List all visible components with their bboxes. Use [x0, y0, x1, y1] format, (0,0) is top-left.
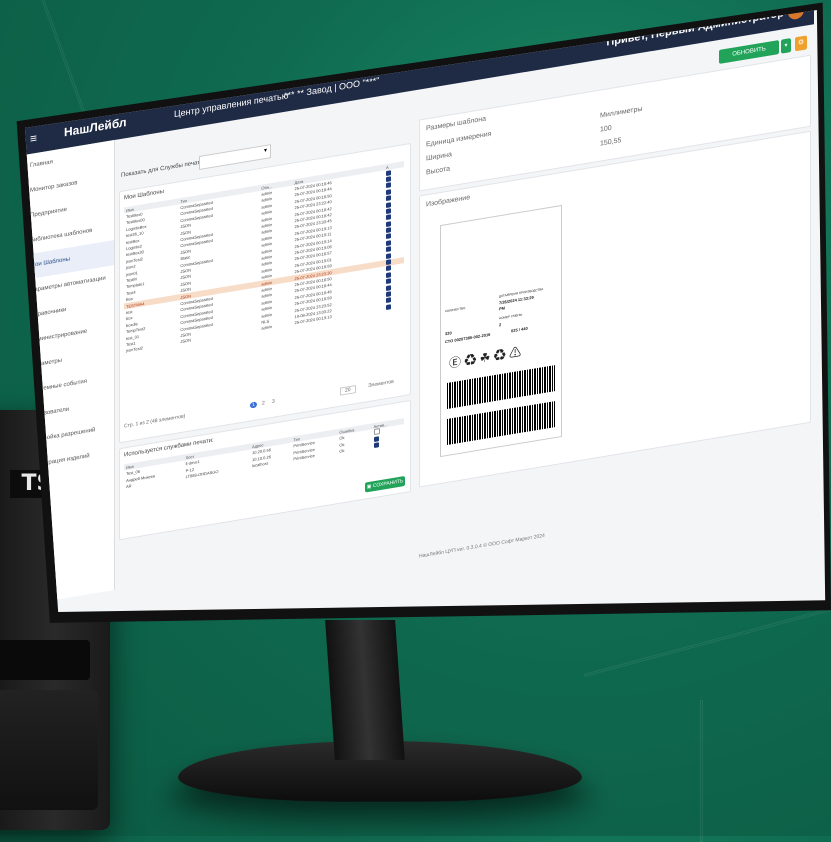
active-checkbox[interactable] [385, 195, 391, 202]
save-button-label: СОХРАНИТЬ [372, 478, 404, 490]
save-button[interactable]: ▣ СОХРАНИТЬ [365, 475, 405, 493]
barcode [447, 365, 555, 409]
background-line [35, 0, 88, 119]
label-preview: ДАТА/ВРЕМЯ ПРОИЗВОДСТВА 7/26/2024 11:33:… [440, 204, 562, 458]
print-service-filter-select[interactable]: ▾ [199, 144, 271, 171]
print-service-filter-label: Показать для Службы печати: [121, 159, 205, 179]
templates-panel: Мои Шаблоны Имя Тип Обн... Дата А TestBo… [119, 142, 411, 444]
active-checkbox[interactable] [385, 272, 391, 278]
active-checkbox[interactable] [385, 252, 391, 259]
hamburger-menu-icon[interactable]: ≡ [30, 131, 37, 146]
footer-version: НашЛейбл ЦУП ver. 0.3.0.4 © ООО Софт Мар… [419, 532, 545, 560]
page-size-select[interactable]: 20 [340, 385, 356, 396]
background-line [700, 700, 703, 842]
height-value: 150,55 [600, 137, 622, 148]
width-value: 100 [600, 124, 612, 134]
active-checkbox[interactable] [385, 259, 391, 266]
active-checkbox[interactable] [385, 169, 391, 176]
label-text: НОМЕР СМЕНЫ [499, 312, 523, 321]
active-checkbox[interactable] [385, 284, 391, 291]
width-label: Ширина [426, 151, 452, 163]
chevron-down-icon: ▾ [263, 147, 267, 155]
app-window: ≡ НашЛейбл Центр управления печатью *** … [24, 10, 814, 605]
active-checkbox[interactable] [385, 188, 391, 195]
active-checkbox[interactable] [385, 227, 391, 234]
save-icon: ▣ [366, 483, 372, 491]
label-text: 320 [445, 330, 452, 337]
active-checkbox[interactable] [385, 278, 391, 285]
pager-page-3[interactable]: 3 [272, 398, 275, 404]
active-checkbox[interactable] [385, 214, 391, 221]
active-checkbox[interactable] [373, 442, 379, 449]
active-checkbox[interactable] [385, 304, 391, 310]
templates-title: Мои Шаблоны [124, 188, 164, 202]
template-sizes-title: Размеры шаблона [426, 115, 487, 133]
templates-table: Имя Тип Обн... Дата А TestBox0 CommaSepar… [124, 161, 404, 354]
template-image-panel: Изображение ДАТА/ВРЕМЯ ПРОИЗВОДСТВА 7/26… [419, 130, 811, 488]
label-text: 2 [499, 321, 502, 328]
background-line [584, 606, 831, 677]
gear-icon[interactable]: ⚙ [795, 35, 807, 52]
active-checkbox[interactable] [385, 291, 391, 298]
active-checkbox[interactable] [385, 208, 391, 214]
label-text: PM [499, 305, 505, 312]
monitor-stand-neck [325, 620, 405, 760]
height-label: Высота [426, 165, 451, 177]
template-image-title: Изображение [426, 194, 471, 209]
certification-icons: Ⓔ ♻ ☘ ♻ ⚠ [449, 344, 522, 371]
update-dropdown-button[interactable]: ▾ [781, 38, 791, 54]
pager-page-1[interactable]: 1 [250, 401, 257, 409]
active-checkbox[interactable] [385, 246, 391, 253]
active-checkbox[interactable] [385, 220, 391, 227]
pager-summary: Стр. 1 из 2 (48 элементов) [124, 413, 186, 430]
printer-lid [0, 690, 98, 810]
active-checkbox[interactable] [385, 265, 391, 272]
active-checkbox[interactable] [385, 176, 391, 183]
page-size-label: Элементов [368, 378, 394, 390]
active-checkbox[interactable] [373, 428, 380, 436]
label-text: 025 / 440 [511, 325, 528, 334]
active-checkbox[interactable] [385, 233, 391, 240]
label-text: КОЛИЧЕСТВО [445, 305, 466, 314]
active-checkbox[interactable] [385, 201, 391, 208]
units-value: Миллиметры [600, 105, 643, 120]
printer-slot [0, 640, 90, 680]
active-checkbox[interactable] [385, 240, 391, 246]
active-checkbox[interactable] [373, 435, 379, 442]
pager-page-2[interactable]: 2 [262, 400, 265, 406]
units-label: Единица измерения [426, 130, 492, 149]
active-checkbox[interactable] [385, 297, 391, 304]
monitor-screen: ≡ НашЛейбл Центр управления печатью *** … [24, 10, 826, 612]
active-checkbox[interactable] [385, 182, 391, 189]
barcode [447, 401, 555, 445]
